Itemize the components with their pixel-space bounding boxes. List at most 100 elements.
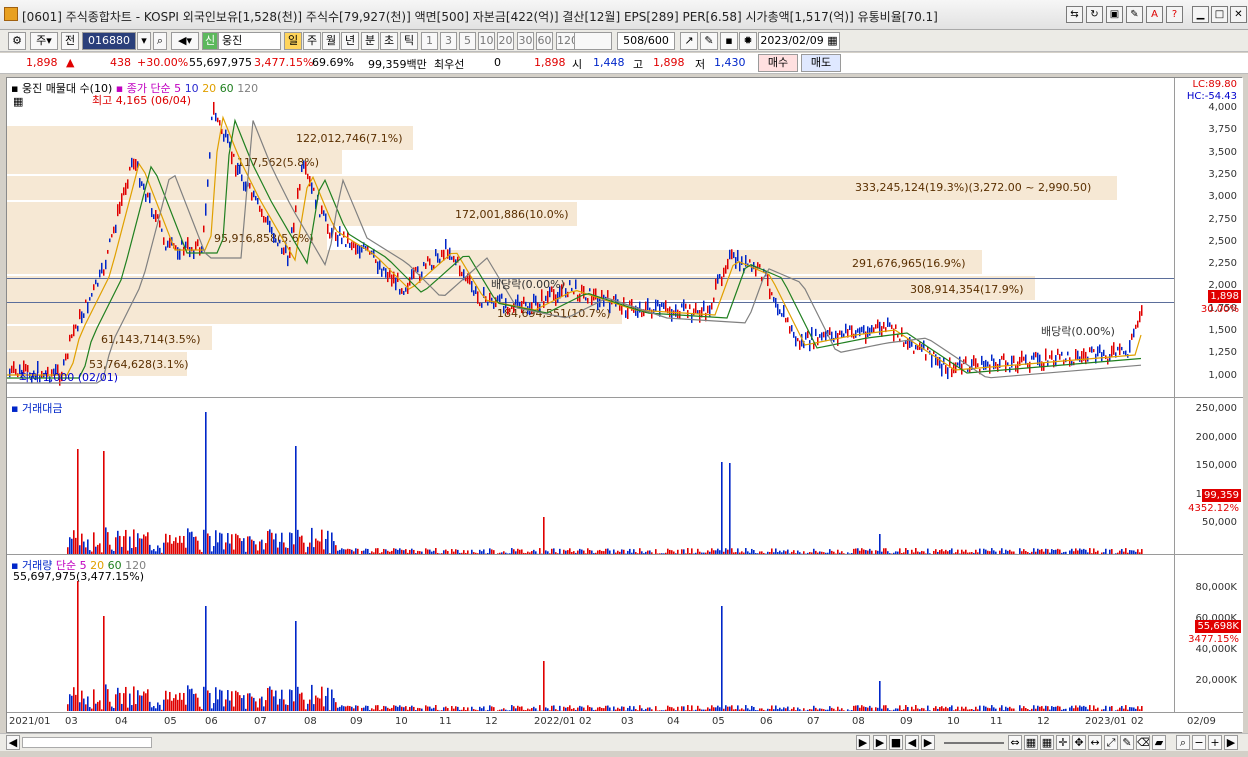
stock-name-field[interactable]: 웅진 [218,32,281,50]
fill-icon[interactable]: ▰ [1152,735,1166,750]
period-button-4[interactable]: 분 [361,32,379,50]
settings-grid-icon[interactable]: ▦ [13,95,23,108]
zoom-slider[interactable] [944,742,1004,744]
draw-tool-icon[interactable]: ✎ [700,32,718,50]
volume-bar [843,553,845,554]
volume-bar [639,548,641,554]
font-icon[interactable]: A [1146,6,1163,23]
period-button-2[interactable]: 월 [322,32,340,50]
link-icon[interactable]: ⇆ [1066,6,1083,23]
chart-area[interactable]: 122,012,746(7.1%) 117,562(5.8%) 333,245,12… [6,77,1243,733]
code-input[interactable]: 016880 [82,32,136,50]
scroll-thumb[interactable] [22,737,152,748]
count-field[interactable]: 508/600 [617,32,675,50]
volume-bar [111,706,113,711]
grid2-icon[interactable]: ▦ [1040,735,1054,750]
volume-panel[interactable]: ▪ 거래량 단순 5 20 60 120 55,697,975(3,477.15… [7,555,1174,712]
price-candle [1059,354,1061,360]
price-panel[interactable]: 122,012,746(7.1%) 117,562(5.8%) 333,245,12… [7,78,1174,398]
period-button-3[interactable]: 년 [341,32,359,50]
volume-bar [375,705,377,711]
zoom-search-icon[interactable]: ⌕ [1176,735,1190,750]
code-dropdown-icon[interactable]: ▾ [137,32,151,50]
volume-bar [385,706,387,711]
volume-bar [141,695,143,711]
play-icon[interactable]: ▶ [873,735,887,750]
change-pct: +30.00% [137,56,189,69]
expand-icon[interactable]: ⤢ [1104,735,1118,750]
line-tool-icon[interactable]: ↗ [680,32,698,50]
grid-icon[interactable]: ▦ [1024,735,1038,750]
minute-button-5[interactable]: 30 [517,32,534,50]
move-icon[interactable]: ✥ [1072,735,1086,750]
price-candle [335,232,337,242]
volume-bar [223,706,225,711]
price-candle [313,187,315,191]
minute-button-0[interactable]: 1 [421,32,438,50]
minute-button-6[interactable]: 60 [536,32,553,50]
minute-button-7[interactable]: 120 [556,32,576,50]
screen-icon[interactable]: ▣ [1106,6,1123,23]
volume-bar [539,705,541,711]
volume-bar [897,708,899,711]
period-button-1[interactable]: 주 [303,32,321,50]
volume-bar [283,542,285,554]
volume-bar [491,706,493,711]
volume-bar [71,695,73,711]
rewind-icon[interactable]: ◀ [905,735,919,750]
volume-bar [673,708,675,711]
save-icon[interactable]: ▪ [720,32,738,50]
zoom-in-icon[interactable]: + [1208,735,1222,750]
volume-bar [963,551,965,554]
amount-panel[interactable]: ▪ 거래대금 [7,398,1174,555]
speaker-icon[interactable]: ◀▾ [171,32,199,50]
fast-forward-icon[interactable]: ▶ [921,735,935,750]
price-candle [131,157,133,168]
volume-bar [121,703,123,711]
date-field[interactable]: 2023/02/09 ▦ [758,32,840,50]
volume-bar [81,533,83,554]
pen-icon[interactable]: ✎ [1120,735,1134,750]
minute-input[interactable] [574,32,612,50]
minimize-button[interactable]: ▁ [1192,6,1209,23]
sell-button[interactable]: 매도 [801,54,841,72]
scroll-end-icon[interactable]: ▶ [1224,735,1238,750]
volume-bar [831,550,833,554]
scroll-left-icon[interactable]: ◀ [6,735,20,750]
price-candle [145,193,147,202]
volume-bar [927,548,929,554]
tool-icon[interactable]: ✎ [1126,6,1143,23]
minute-button-1[interactable]: 3 [440,32,457,50]
volume-bar [165,533,167,554]
price-candle [985,359,987,370]
scroll-right-icon[interactable]: ▶ [856,735,870,750]
period-button-0[interactable]: 일 [284,32,302,50]
measure-icon[interactable]: ↔ [1088,735,1102,750]
config-icon[interactable]: ✹ [739,32,757,50]
minute-button-2[interactable]: 5 [459,32,476,50]
volume-bar [963,708,965,711]
crosshair-icon[interactable]: ✛ [1056,735,1070,750]
minute-button-4[interactable]: 20 [497,32,514,50]
volume-bar [825,552,827,554]
arrange-icon[interactable]: ⇔ [1008,735,1022,750]
y-tick-label: 3,000 [1208,191,1237,203]
zoom-out-icon[interactable]: − [1192,735,1206,750]
help-icon[interactable]: ? [1166,6,1183,23]
type-select[interactable]: 주▾ [30,32,58,50]
chart-settings-icon[interactable]: ⚙ [8,32,26,50]
prev-button[interactable]: 전 [61,32,79,50]
volume-bar [947,551,949,554]
close-button[interactable]: ✕ [1230,6,1247,23]
period-button-6[interactable]: 틱 [400,32,418,50]
eraser-icon[interactable]: ⌫ [1136,735,1150,750]
search-icon[interactable]: ⌕ [153,32,167,50]
buy-button[interactable]: 매수 [758,54,798,72]
period-button-5[interactable]: 초 [380,32,398,50]
minute-button-3[interactable]: 10 [478,32,495,50]
stop-icon[interactable]: ■ [889,735,903,750]
maximize-button[interactable]: □ [1211,6,1228,23]
volume-bar [1093,548,1095,554]
volume-bar [107,689,109,711]
refresh-icon[interactable]: ↻ [1086,6,1103,23]
